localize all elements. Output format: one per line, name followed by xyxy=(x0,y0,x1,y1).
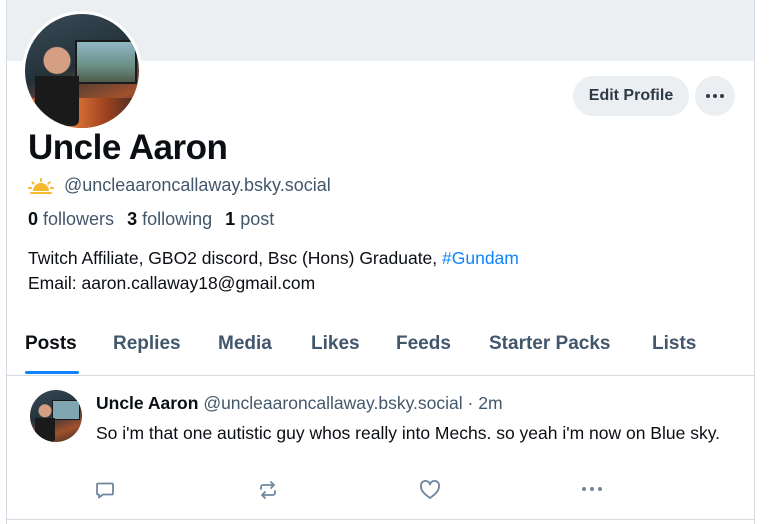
like-button[interactable] xyxy=(419,480,441,500)
tab-media[interactable]: Media xyxy=(218,333,272,355)
repost-button[interactable] xyxy=(257,480,279,500)
post-more-button[interactable] xyxy=(581,486,603,492)
profile-column: Edit Profile Uncle Aaron @uncleaaroncall… xyxy=(6,0,755,524)
heart-icon xyxy=(419,480,441,500)
profile-bio: Twitch Affiliate, GBO2 discord, Bsc (Hon… xyxy=(28,246,519,296)
edit-profile-button[interactable]: Edit Profile xyxy=(573,76,689,116)
bio-email: Email: aaron.callaway18@gmail.com xyxy=(28,273,316,293)
tab-posts[interactable]: Posts xyxy=(25,333,77,355)
following-link[interactable]: 3 following xyxy=(127,209,212,229)
profile-stats: 0 followers 3 following 1 post xyxy=(28,209,282,230)
post-author-avatar[interactable] xyxy=(30,390,82,442)
followers-link[interactable]: 0 followers xyxy=(28,209,114,229)
tab-starter-packs[interactable]: Starter Packs xyxy=(489,333,610,355)
post-text: So i'm that one autistic guy whos really… xyxy=(96,423,721,443)
more-options-button[interactable] xyxy=(695,76,735,116)
post-header: Uncle Aaron @uncleaaroncallaway.bsky.soc… xyxy=(96,393,503,414)
tab-likes[interactable]: Likes xyxy=(311,333,360,355)
posts-count: 1 post xyxy=(225,209,275,229)
more-dots-icon xyxy=(581,486,603,492)
feed-post[interactable]: Uncle Aaron @uncleaaroncallaway.bsky.soc… xyxy=(7,376,754,524)
sun-rising-icon xyxy=(28,177,54,195)
post-author-name[interactable]: Uncle Aaron xyxy=(96,393,198,413)
tab-replies[interactable]: Replies xyxy=(113,333,181,355)
reply-button[interactable] xyxy=(95,480,115,500)
active-tab-indicator xyxy=(25,371,79,374)
profile-handle-row: @uncleaaroncallaway.bsky.social xyxy=(28,175,331,196)
more-dots-icon xyxy=(705,93,725,99)
tab-feeds[interactable]: Feeds xyxy=(396,333,451,355)
comment-icon xyxy=(95,480,115,500)
profile-avatar[interactable] xyxy=(22,11,142,131)
hashtag-link[interactable]: #Gundam xyxy=(442,248,519,268)
profile-display-name: Uncle Aaron xyxy=(28,128,228,167)
post-time[interactable]: 2m xyxy=(478,393,502,413)
profile-handle[interactable]: @uncleaaroncallaway.bsky.social xyxy=(64,175,331,196)
post-divider xyxy=(7,519,754,520)
repost-icon xyxy=(257,480,279,500)
tab-lists[interactable]: Lists xyxy=(652,333,696,355)
post-separator: · xyxy=(467,393,474,413)
post-author-handle[interactable]: @uncleaaroncallaway.bsky.social xyxy=(203,393,462,413)
profile-tabs: Posts Replies Media Likes Feeds Starter … xyxy=(7,322,754,376)
